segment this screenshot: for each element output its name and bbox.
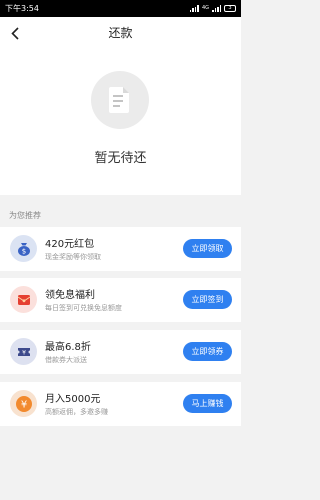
card-title: 420元红包 [45, 239, 95, 250]
signal-icon-secondary [212, 5, 221, 12]
svg-text:¥: ¥ [20, 399, 26, 410]
status-time: 下午3:54 [5, 4, 39, 13]
card-subtitle: 借款券大派送 [45, 356, 87, 364]
empty-state: 暂无待还 [0, 49, 241, 195]
recommend-card-red-packet[interactable]: $ 420元红包 现金奖励等你领取 立即领取 [0, 227, 241, 271]
coupon-icon: ¥ [10, 338, 37, 365]
card-title: 月入5000元 [45, 394, 101, 405]
chevron-left-icon [11, 26, 19, 40]
claim-button[interactable]: 立即领取 [183, 239, 232, 258]
card-subtitle: 每日签到可兑换免息额度 [45, 304, 122, 312]
network-type: 4G [201, 5, 209, 11]
red-envelope-icon [10, 286, 37, 313]
yuan-coin-icon: ¥ [10, 390, 37, 417]
recommend-card-interest-free[interactable]: 领免息福利 每日签到可兑换免息额度 立即签到 [0, 278, 241, 322]
recommend-card-earn[interactable]: ¥ 月入5000元 高额返佣，多邀多赚 马上赚钱 [0, 382, 241, 426]
recommend-label: 为您推荐 [9, 211, 41, 220]
nav-bar: 还款 [0, 17, 241, 49]
money-bag-icon: $ [10, 235, 37, 262]
svg-text:¥: ¥ [22, 349, 26, 356]
page-title: 还款 [108, 26, 133, 40]
status-icons: 4G 3 [189, 5, 236, 12]
card-subtitle: 现金奖励等你领取 [45, 253, 101, 261]
empty-state-text: 暂无待还 [94, 151, 147, 166]
empty-document-icon [91, 71, 149, 129]
card-subtitle: 高额返佣，多邀多赚 [45, 408, 108, 416]
earn-money-button[interactable]: 马上赚钱 [183, 394, 232, 413]
signal-icon [189, 5, 199, 12]
card-title: 最高6.8折 [45, 342, 91, 353]
battery-icon: 3 [224, 5, 236, 12]
recommend-card-discount[interactable]: ¥ 最高6.8折 借款券大派送 立即领券 [0, 330, 241, 374]
back-button[interactable] [6, 23, 24, 43]
card-title: 领免息福利 [45, 290, 95, 301]
get-coupon-button[interactable]: 立即领券 [183, 342, 232, 361]
svg-text:$: $ [21, 247, 25, 255]
status-bar: 下午3:54 4G 3 [0, 0, 241, 17]
check-in-button[interactable]: 立即签到 [183, 290, 232, 309]
